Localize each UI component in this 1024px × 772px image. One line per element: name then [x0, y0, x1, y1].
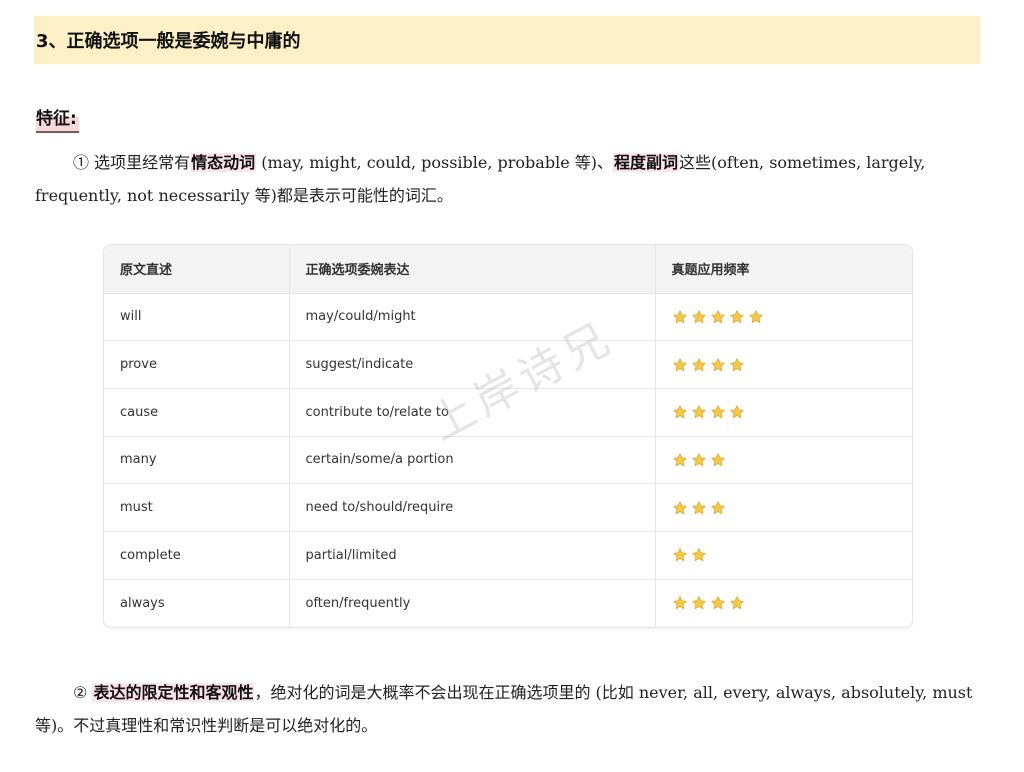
paragraph-modal-verbs: ① 选项里经常有情态动词 (may, might, could, possibl…: [35, 146, 981, 212]
feature-label: 特征:: [36, 108, 79, 133]
star-rating: [672, 452, 913, 468]
highlight-degree-adverbs: 程度副词: [613, 153, 680, 172]
paragraph-text: (may, might, could, possible, probable 等…: [256, 153, 613, 172]
cell-original: many: [104, 436, 290, 485]
star-icon: [672, 310, 687, 323]
cell-original: prove: [104, 340, 290, 389]
star-rating: [672, 500, 913, 516]
star-icon: [748, 310, 763, 323]
cell-hedged: may/could/might: [289, 293, 656, 342]
table-row: complete partial/limited: [104, 531, 913, 580]
hedging-table: 原文直述 正确选项委婉表达 真题应用频率 will may/could/might…: [103, 244, 913, 628]
star-icon: [729, 405, 744, 419]
cell-hedged: contribute to/relate to: [289, 388, 656, 437]
cell-hedged: partial/limited: [289, 531, 656, 580]
cell-original: always: [104, 579, 290, 627]
star-icon: [691, 596, 706, 610]
cell-hedged: certain/some/a portion: [289, 436, 656, 485]
star-icon: [691, 548, 706, 562]
star-icon: [672, 405, 687, 419]
star-icon: [710, 405, 725, 419]
cell-frequency: [655, 579, 912, 627]
cell-original: cause: [104, 388, 290, 437]
star-icon: [710, 453, 725, 467]
star-icon: [710, 357, 725, 371]
star-icon: [710, 310, 725, 323]
highlight-modal-verbs: 情态动词: [190, 153, 257, 172]
table-row: must need to/should/require: [104, 483, 913, 533]
star-rating: [672, 357, 913, 373]
cell-original: will: [104, 293, 290, 342]
star-icon: [729, 357, 744, 371]
star-rating: [672, 404, 913, 420]
star-icon: [710, 500, 725, 514]
star-icon: [672, 453, 687, 467]
table-row: always often/frequently: [104, 579, 912, 627]
star-icon: [691, 310, 706, 323]
star-icon: [710, 596, 725, 610]
header-hedged: 正确选项委婉表达: [289, 245, 656, 294]
star-icon: [691, 453, 706, 467]
star-icon: [729, 596, 744, 610]
star-icon: [691, 357, 706, 371]
highlight-qualifiers: 表达的限定性和客观性: [92, 683, 255, 702]
header-original: 原文直述: [104, 245, 290, 294]
paragraph-qualifiers: ② 表达的限定性和客观性，绝对化的词是大概率不会出现在正确选项里的 (比如 ne…: [35, 676, 981, 742]
cell-frequency: [655, 531, 913, 580]
cell-original: must: [104, 483, 290, 533]
cell-hedged: suggest/indicate: [289, 340, 656, 389]
star-rating: [672, 309, 913, 325]
star-rating: [672, 547, 913, 563]
cell-frequency: [655, 388, 913, 437]
header-frequency: 真题应用频率: [655, 245, 912, 294]
star-icon: [691, 405, 706, 419]
star-rating: [672, 595, 913, 611]
cell-frequency: [655, 293, 913, 342]
table-row: will may/could/might: [104, 293, 913, 342]
cell-frequency: [655, 436, 913, 485]
table-row: cause contribute to/relate to: [104, 388, 913, 437]
paragraph-text: 选项里经常有: [89, 153, 191, 172]
table-row: prove suggest/indicate: [104, 340, 913, 389]
cell-original: complete: [104, 531, 290, 580]
star-icon: [691, 500, 706, 514]
list-marker: ①: [73, 153, 90, 172]
section-title: 3、正确选项一般是委婉与中庸的: [34, 16, 980, 64]
cell-hedged: often/frequently: [289, 579, 656, 627]
cell-frequency: [655, 340, 913, 389]
table-row: many certain/some/a portion: [104, 436, 913, 485]
star-icon: [672, 596, 687, 610]
cell-hedged: need to/should/require: [289, 483, 656, 533]
table-header-row: 原文直述 正确选项委婉表达 真题应用频率: [104, 245, 912, 294]
star-icon: [672, 500, 687, 514]
cell-frequency: [655, 483, 913, 533]
star-icon: [672, 548, 687, 562]
star-icon: [672, 357, 687, 371]
star-icon: [729, 310, 744, 323]
list-marker: ②: [73, 683, 88, 702]
